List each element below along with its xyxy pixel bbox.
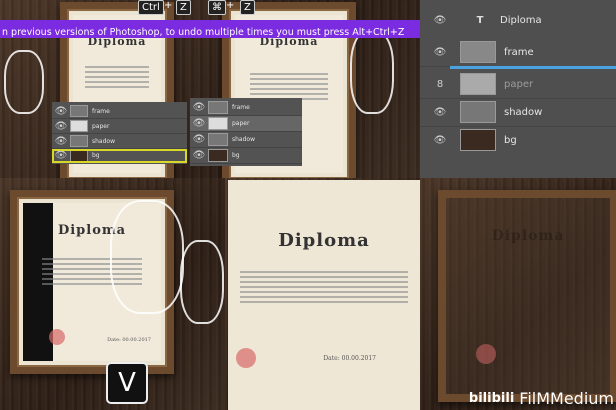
layer-thumbnail — [208, 149, 228, 162]
scribble-mark — [4, 50, 44, 114]
key-ctrl: Ctrl — [138, 0, 164, 15]
eye-icon[interactable]: 👁 — [420, 107, 460, 118]
layer-name: shadow — [504, 106, 543, 118]
layers-panel-large: 👁 T Diploma 👁 frame 8 paper 👁 shadow 👁 bg — [420, 0, 616, 178]
plus-sign: + — [226, 0, 235, 11]
scribble-mark — [350, 30, 394, 114]
layers-panel-small-right: 👁 frame 👁 paper 👁 shadow 👁 bg — [190, 98, 302, 166]
eye-icon[interactable]: 👁 — [52, 136, 70, 147]
seal-stamp — [49, 329, 65, 345]
layer-name: frame — [504, 46, 534, 58]
watermark-text: FilMMedium — [519, 389, 614, 408]
seal-stamp — [476, 344, 496, 364]
layer-row-selected[interactable]: 👁 bg — [52, 149, 187, 163]
scribble-mark — [180, 240, 224, 324]
diploma-title-faint: Diploma — [491, 228, 565, 244]
layer-name: bg — [232, 152, 240, 159]
layer-name: frame — [232, 104, 250, 111]
text-lines — [85, 63, 149, 91]
layer-thumbnail — [460, 129, 496, 151]
layer-thumbnail — [208, 133, 228, 146]
empty-frame: Diploma — [438, 190, 616, 402]
layer-row[interactable]: 👁 shadow — [190, 132, 302, 148]
layer-name: bg — [92, 152, 100, 159]
layer-row-text[interactable]: 👁 T Diploma — [420, 6, 616, 34]
layer-row[interactable]: 👁 frame — [190, 100, 302, 116]
layer-row[interactable]: 8 paper — [420, 70, 616, 99]
layer-thumbnail — [70, 120, 88, 132]
text-lines — [239, 268, 409, 306]
drag-indicator-line — [450, 66, 616, 69]
eye-icon[interactable]: 👁 — [420, 47, 460, 58]
layer-name: shadow — [232, 136, 255, 143]
layer-row[interactable]: 👁 frame — [52, 104, 187, 119]
layer-row[interactable]: 👁 frame — [420, 38, 616, 67]
watermark: bilibili FilMMedium — [469, 389, 614, 408]
layer-thumbnail — [208, 101, 228, 114]
layers-panel-small-left: 👁 frame 👁 paper 👁 shadow 👁 bg — [52, 102, 187, 164]
plus-sign: + — [164, 0, 173, 11]
layer-thumbnail — [70, 135, 88, 147]
eye-icon[interactable]: 👁 — [420, 135, 460, 146]
seal-stamp — [236, 348, 256, 368]
layer-name: Diploma — [500, 14, 542, 26]
layer-thumbnail — [70, 149, 88, 162]
eye-icon[interactable]: 👁 — [190, 118, 208, 129]
key-z: Z — [240, 0, 255, 15]
eye-icon[interactable]: 👁 — [190, 134, 208, 145]
layer-thumbnail — [460, 73, 496, 95]
layer-row[interactable]: 👁 paper — [52, 119, 187, 134]
layer-thumbnail — [208, 117, 228, 130]
layer-name: paper — [504, 78, 534, 90]
bilibili-logo: bilibili — [468, 391, 515, 406]
key-z: Z — [176, 0, 191, 15]
banner-text: n previous versions of Photoshop, to und… — [2, 27, 405, 38]
diploma-date: Date: 00.00.2017 — [323, 355, 376, 362]
info-banner: n previous versions of Photoshop, to und… — [0, 20, 420, 38]
eye-icon[interactable]: 👁 — [52, 106, 70, 117]
eye-icon[interactable]: 👁 — [52, 150, 70, 161]
diploma-title: Diploma — [278, 230, 370, 251]
layer-thumbnail — [460, 41, 496, 63]
eye-icon[interactable]: 👁 — [190, 102, 208, 113]
layer-row[interactable]: 👁 paper — [190, 116, 302, 132]
eye-icon[interactable]: 👁 — [190, 150, 208, 161]
scribble-mark — [110, 200, 184, 314]
link-icon[interactable]: 8 — [420, 79, 460, 90]
eye-icon[interactable]: 👁 — [52, 121, 70, 132]
layer-row[interactable]: 👁 bg — [190, 148, 302, 164]
layer-name: paper — [92, 122, 110, 130]
layer-name: shadow — [92, 137, 115, 145]
key-v: V — [106, 362, 148, 404]
layer-thumbnail — [70, 105, 88, 117]
layer-row[interactable]: 👁 shadow — [420, 98, 616, 127]
key-cmd: ⌘ — [208, 0, 226, 15]
layer-row[interactable]: 👁 bg — [420, 126, 616, 154]
layer-name: bg — [504, 134, 517, 146]
layer-name: frame — [92, 107, 110, 115]
eye-icon[interactable]: 👁 — [420, 15, 460, 26]
layer-name: paper — [232, 120, 250, 127]
layer-thumbnail — [460, 101, 496, 123]
diploma-closeup: Diploma Date: 00.00.2017 — [228, 180, 420, 410]
text-layer-icon: T — [476, 14, 484, 26]
layer-row[interactable]: 👁 shadow — [52, 134, 187, 149]
diploma-date: Date: 00.00.2017 — [107, 337, 151, 343]
